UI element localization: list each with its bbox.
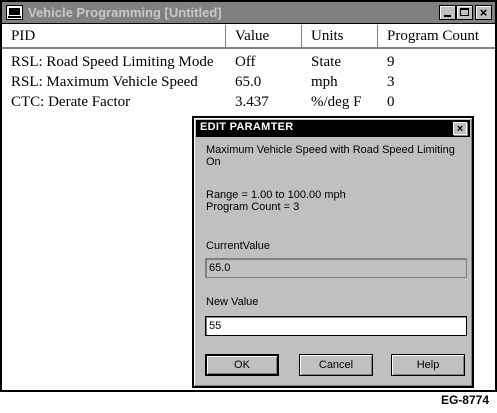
units-cell: State: [311, 54, 341, 70]
figure-id: EG-8774: [440, 393, 489, 407]
program-count-cell: 3: [387, 74, 395, 90]
dialog-title: EDIT PARAMTER: [200, 121, 294, 133]
column-header-value[interactable]: Value: [226, 25, 302, 47]
pid-cell: RSL: Maximum Vehicle Speed: [11, 74, 198, 90]
help-button[interactable]: Help: [391, 354, 465, 376]
computer-icon[interactable]: [6, 5, 23, 20]
close-icon: ×: [479, 5, 488, 20]
close-icon: ×: [456, 123, 464, 135]
table-row[interactable]: CTC: Derate Factor 3.437 %/deg F 0: [2, 92, 495, 112]
title-bar[interactable]: Vehicle Programming [Untitled] ×: [2, 2, 495, 24]
column-header-pid[interactable]: PID: [2, 25, 226, 47]
description-line: Maximum Vehicle Speed with Road Speed Li…: [206, 144, 455, 156]
edit-parameter-dialog: EDIT PARAMTER × Maximum Vehicle Speed wi…: [192, 116, 474, 388]
current-value-field: 65.0: [205, 258, 467, 278]
pid-cell: CTC: Derate Factor: [11, 94, 131, 110]
parameter-description: Maximum Vehicle Speed with Road Speed Li…: [206, 144, 455, 168]
current-value-label: CurrentValue: [206, 240, 270, 252]
minimize-icon: [444, 15, 451, 17]
new-value-input[interactable]: 55: [205, 316, 467, 336]
maximize-icon: [460, 8, 469, 16]
program-count-cell: 9: [387, 54, 395, 70]
column-header-program-count[interactable]: Program Count: [378, 25, 495, 47]
cancel-button[interactable]: Cancel: [299, 354, 373, 376]
close-button[interactable]: ×: [475, 5, 492, 20]
table-body: RSL: Road Speed Limiting Mode Off State …: [2, 52, 495, 112]
column-header-units[interactable]: Units: [302, 25, 378, 47]
new-value-label: New Value: [206, 296, 259, 308]
range-text: Range = 1.00 to 100.00 mph: [206, 189, 346, 201]
value-cell: Off: [235, 54, 256, 70]
description-line: On: [206, 156, 221, 168]
ok-button[interactable]: OK: [205, 354, 279, 376]
minimize-button[interactable]: [439, 5, 456, 20]
main-window: Vehicle Programming [Untitled] × PID Val…: [0, 0, 497, 392]
pid-cell: RSL: Road Speed Limiting Mode: [11, 54, 214, 70]
program-count-cell: 0: [387, 94, 395, 110]
dialog-close-button[interactable]: ×: [453, 122, 467, 135]
window-title: Vehicle Programming [Untitled]: [28, 5, 222, 20]
table-row[interactable]: RSL: Maximum Vehicle Speed 65.0 mph 3: [2, 72, 495, 92]
program-count-text: Program Count = 3: [206, 201, 300, 213]
value-cell: 65.0: [235, 74, 262, 90]
value-cell: 3.437: [235, 94, 269, 110]
table-header: PID Value Units Program Count: [2, 25, 495, 49]
dialog-title-bar[interactable]: EDIT PARAMTER ×: [196, 120, 470, 137]
units-cell: mph: [311, 74, 338, 90]
units-cell: %/deg F: [311, 94, 362, 110]
table-row[interactable]: RSL: Road Speed Limiting Mode Off State …: [2, 52, 495, 72]
maximize-button[interactable]: [456, 5, 473, 20]
